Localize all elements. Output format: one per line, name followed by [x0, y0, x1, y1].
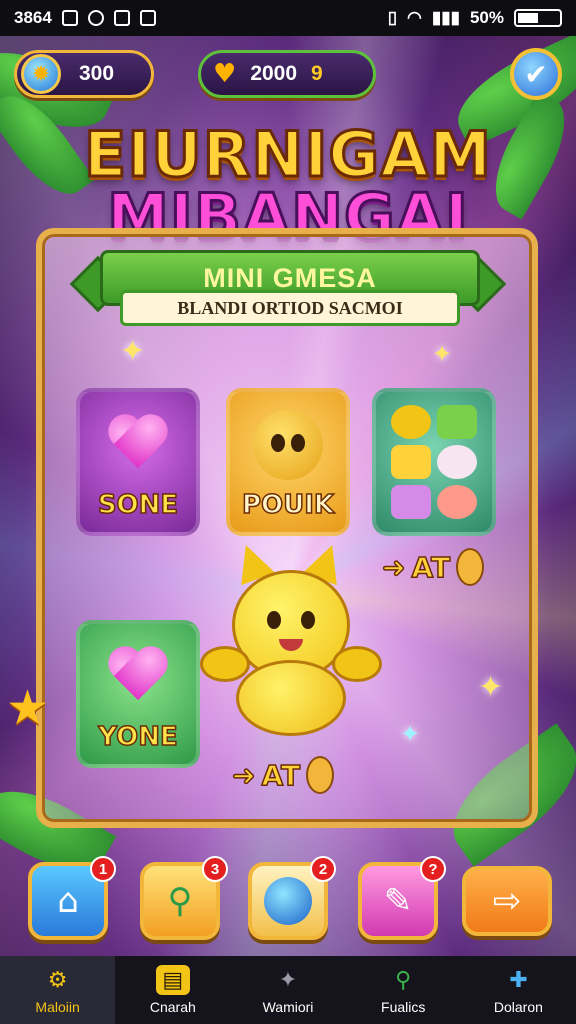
arrow-label: AT [411, 550, 451, 585]
gear-icon: ⚙ [47, 967, 68, 992]
nav-item-maloiin[interactable]: ⚙ Maloiin [0, 956, 116, 1024]
coin-icon [456, 548, 485, 586]
tile-label: SONE [97, 489, 179, 521]
bird-icon [437, 445, 477, 479]
orb-icon [264, 877, 312, 925]
status-time: 3864 [14, 8, 52, 27]
heart-coin-icon: ♥ [213, 59, 237, 89]
signal-icon: ▮▮▮ [431, 8, 460, 27]
nav-label: Wamiori [262, 999, 314, 1015]
heart-icon [106, 648, 170, 708]
game-tile-pouik[interactable]: POUIK [226, 388, 350, 536]
notification-icon [61, 10, 78, 26]
sun-coin-icon: ✹ [21, 54, 61, 94]
sync-icon [87, 10, 104, 26]
gem-count: 2000 [250, 62, 298, 85]
wifi-icon: ◠ [407, 8, 422, 27]
battery-icon [514, 9, 562, 27]
search-icon: ⚲ [395, 967, 412, 992]
nav-item-wamiori[interactable]: ✦ Wamiori [230, 956, 345, 1024]
vibrate-icon: ▯ [387, 8, 398, 27]
ribbon-subtitle: BLANDI ORTIOD SACMOI [120, 290, 460, 326]
message-icon [113, 10, 130, 26]
nav-label: Fualics [381, 999, 426, 1015]
game-tile-yone[interactable]: YONE [76, 620, 200, 768]
nav-label: Maloiin [35, 999, 80, 1015]
notification-badge: 2 [310, 856, 336, 882]
bottom-arrow-link[interactable]: ➜ AT [231, 756, 335, 794]
cat-mascot [200, 538, 382, 736]
orb-button[interactable]: 2 [248, 856, 336, 940]
tile-label: POUIK [241, 489, 335, 521]
heart-small-icon [437, 485, 477, 519]
sparkle-icon: ✦ [432, 340, 453, 368]
coin-count: 300 [79, 62, 115, 85]
sparkle-icon: ✦ [120, 334, 146, 369]
magnifier-icon: ⚲ [167, 881, 193, 921]
checkmark-icon: ✔ [524, 57, 548, 91]
notification-badge: 3 [202, 856, 228, 882]
arrow-label: AT [261, 758, 301, 793]
block-icon [391, 445, 431, 479]
star-shape-icon: ✦ [278, 967, 298, 992]
bottom-nav: ⚙ Maloiin ▤ Cnarah ✦ Wamiori ⚲ Fualics ✚… [0, 956, 576, 1024]
battery-percent: 50% [469, 8, 504, 27]
game-tile-sone[interactable]: SONE [76, 388, 200, 536]
next-button[interactable]: ⇨ [462, 866, 552, 936]
notification-badge: 1 [90, 856, 116, 882]
puzzle-icon: ✚ [509, 967, 528, 992]
gift-icon [391, 485, 431, 519]
nav-label: Dolaron [493, 999, 543, 1015]
coin-counter[interactable]: ✹ 300 [14, 50, 154, 98]
bear-icon [391, 405, 431, 439]
tile-label: YONE [97, 721, 178, 753]
nav-item-cnarah[interactable]: ▤ Cnarah [115, 956, 230, 1024]
right-arrow-link[interactable]: ➜ AT [381, 548, 485, 586]
confirm-button[interactable]: ✔ [510, 48, 562, 100]
sparkle-icon: ✦ [400, 720, 421, 748]
arrow-right-icon: ⇨ [492, 881, 522, 921]
gold-star-icon: ★ [6, 680, 50, 736]
arrow-left-icon: ➜ [231, 758, 256, 793]
pencil-icon: ✎ [383, 881, 413, 921]
shop-icon: ▤ [155, 965, 190, 995]
status-bar: 3864 ▯ ◠ ▮▮▮ 50% [0, 0, 576, 36]
coin-icon [306, 756, 335, 794]
gem-counter[interactable]: ♥ 2000 9 [198, 50, 376, 98]
notification-badge: ? [420, 856, 446, 882]
arrow-left-icon: ➜ [381, 550, 406, 585]
candy-icon [437, 405, 477, 439]
nav-item-fualics[interactable]: ⚲ Fualics [346, 956, 461, 1024]
nav-label: Cnarah [149, 999, 196, 1015]
collection-grid [382, 402, 486, 522]
sparkle-icon: ✦ [478, 670, 504, 705]
magnifier-button[interactable]: ⚲ 3 [140, 856, 228, 940]
game-tile-collection[interactable] [372, 388, 496, 536]
gem-count-suffix: 9 [311, 62, 323, 85]
pencil-button[interactable]: ✎ ? [358, 856, 446, 940]
document-icon [139, 10, 156, 26]
bunny-icon [253, 410, 323, 480]
nav-item-dolaron[interactable]: ✚ Dolaron [461, 956, 576, 1024]
home-button[interactable]: ⌂ 1 [28, 856, 116, 940]
home-icon: ⌂ [57, 881, 79, 921]
heart-icon [106, 416, 170, 476]
